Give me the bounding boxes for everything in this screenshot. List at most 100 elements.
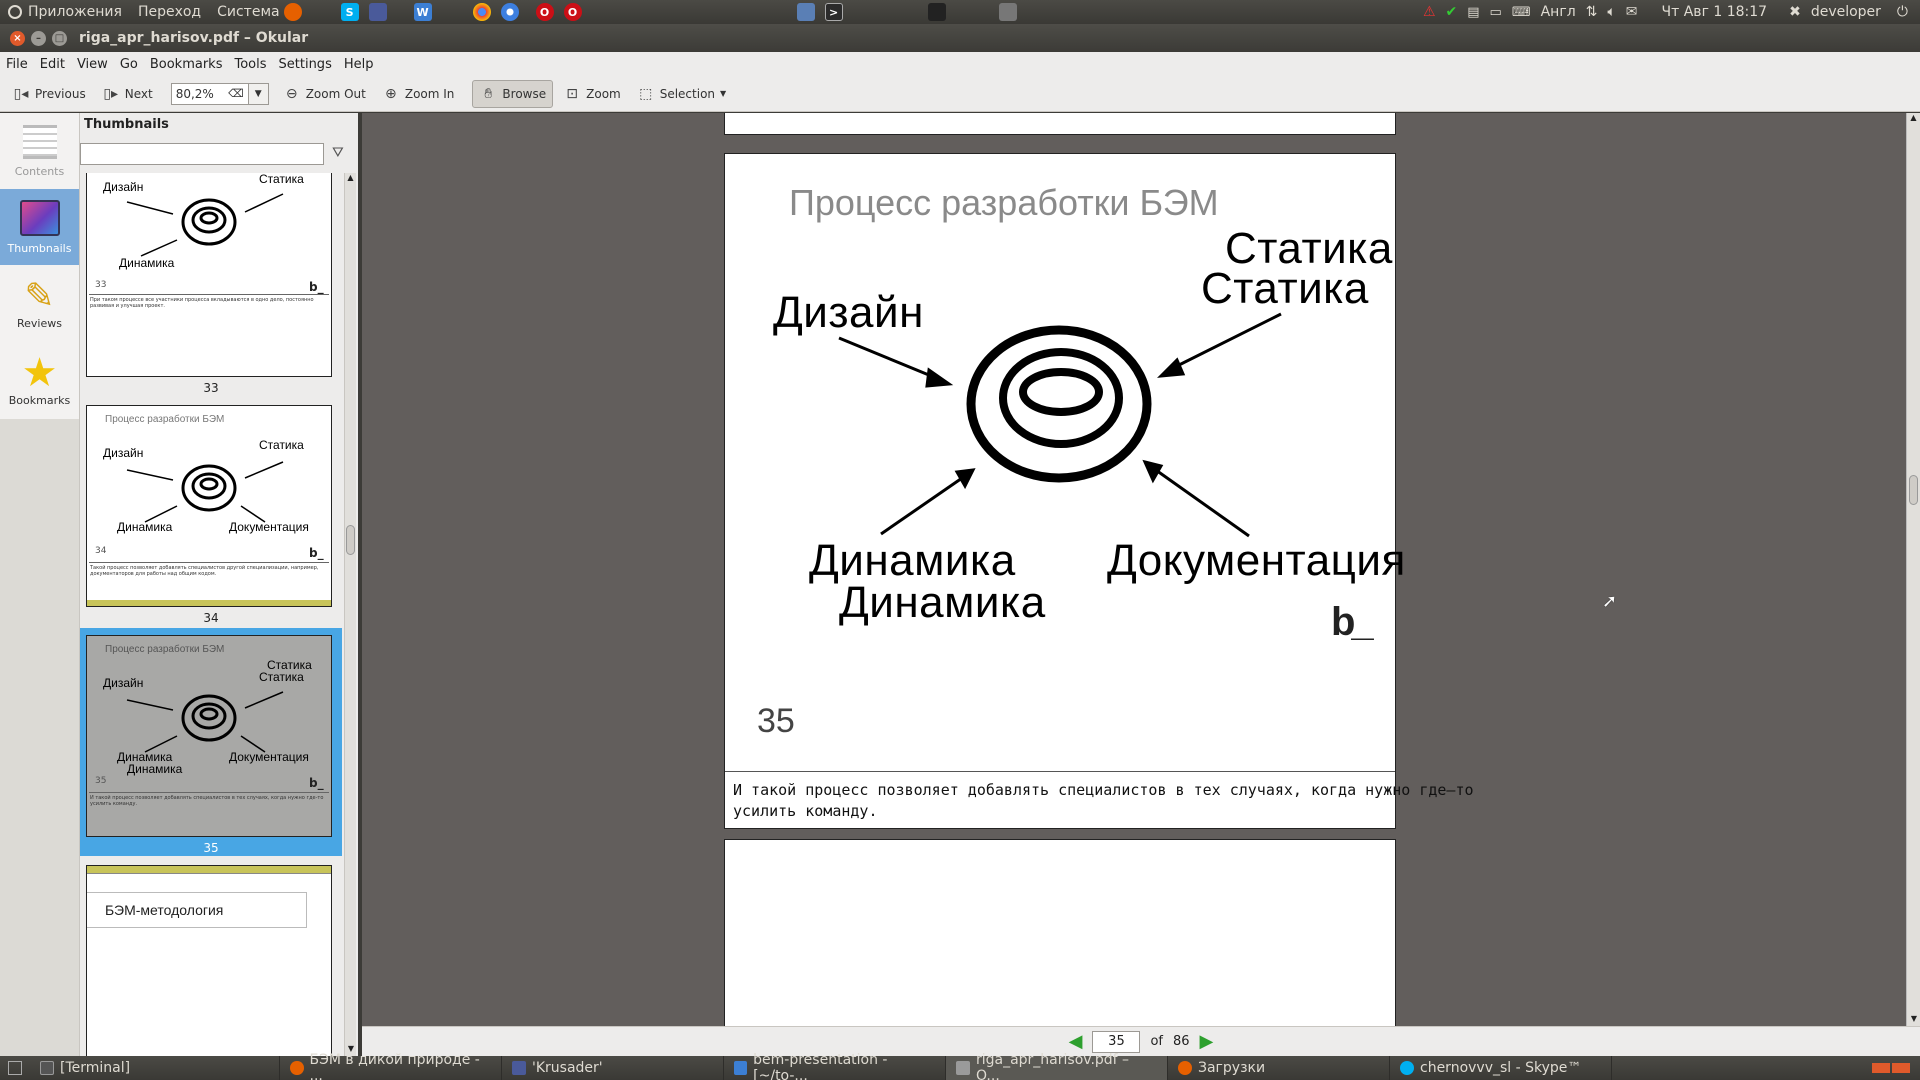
sidebar-tab-bookmarks[interactable]: ★ Bookmarks [0,341,79,417]
document-scroll-handle[interactable] [1909,475,1918,505]
thumbnail-page-33[interactable]: Дизайн Статика Динамика 33 b_ При таком … [86,173,332,377]
task-krusader[interactable]: 'Krusader' [502,1056,724,1080]
menu-bookmarks[interactable]: Bookmarks [144,57,229,72]
browse-tool-button[interactable]: ✋︎ Browse [472,79,554,108]
task-okular[interactable]: riga_apr_harisov.pdf – O... [946,1052,1168,1080]
show-desktop-icon[interactable] [8,1061,22,1075]
page-number-input[interactable]: 35 [1092,1030,1141,1053]
task-webstorm[interactable]: bem-presentation - [~/to-... [724,1052,946,1080]
selection-tool-button[interactable]: ⬚ Selection ▼ [631,80,732,108]
keyboard-icon[interactable]: ⌨ [1512,5,1531,20]
opera-launcher-icon[interactable]: O [535,3,554,21]
next-page-icon: ▯▸ [103,85,119,102]
zoom-dropdown-button[interactable]: ▼ [248,82,269,105]
chrome-launcher-icon[interactable] [472,3,491,21]
task-downloads[interactable]: Загрузки [1168,1056,1390,1080]
webstorm-icon [734,1061,748,1075]
volume-icon[interactable]: 🔈︎ [1607,4,1615,20]
system-menu[interactable]: Система [209,0,287,24]
workspace-2[interactable] [1892,1063,1910,1073]
next-page-arrow-icon[interactable]: ▶ [1200,1031,1214,1052]
task-firefox[interactable]: БЭМ в дикой природе - ... [280,1052,502,1080]
task-skype[interactable]: chernovvv_sl - Skype™ [1390,1056,1612,1080]
menu-file[interactable]: File [0,57,34,72]
places-menu-label: Переход [137,4,202,20]
menu-edit[interactable]: Edit [34,57,71,72]
thumbnails-scroll-handle[interactable] [346,525,355,555]
sidebar-tab-thumbnails-label: Thumbnails [7,241,72,255]
monitor-launcher-icon[interactable] [796,3,815,21]
browse-tool-label: Browse [502,86,547,101]
warning-icon[interactable]: ⚠ [1423,4,1436,20]
display-icon[interactable]: ▭ [1490,5,1502,20]
minimize-window-button[interactable]: – [31,30,46,46]
mail-icon[interactable]: ✉ [1626,4,1638,20]
zoom-in-button[interactable]: ⊕ Zoom In [376,80,461,108]
sidebar-tab-thumbnails[interactable]: Thumbnails [0,189,79,265]
sidebar-tab-contents[interactable]: Contents [0,113,79,189]
window-title-bar[interactable]: × – □ riga_apr_harisov.pdf – Okular [0,24,1920,52]
menu-go[interactable]: Go [114,57,144,72]
thumbnail-page-34[interactable]: Процесс разработки БЭМ Дизайн Статика Ди… [86,405,332,607]
krusader-launcher-icon[interactable] [368,3,387,21]
zoom-input[interactable]: 80,2% ⌫ [170,82,249,105]
places-menu[interactable]: Переход [130,0,209,24]
inkscape-launcher-icon[interactable] [927,3,946,21]
thumbnail-page-35[interactable]: Процесс разработки БЭМ Дизайн Статика Ст… [80,629,338,843]
selection-dropdown-icon[interactable]: ▼ [720,89,726,98]
thumb-diagram [126,193,284,257]
firefox-launcher-icon[interactable] [283,3,302,21]
sidebar-tab-reviews[interactable]: ✎ Reviews [0,265,79,341]
menu-tools[interactable]: Tools [228,57,272,72]
zoom-tool-label: Zoom [586,86,621,101]
next-page-button[interactable]: ▯▸ Next [96,80,159,108]
workspace-switcher[interactable] [1872,1063,1910,1073]
user-status-icon: ✖ [1789,4,1801,20]
task-terminal[interactable]: [Terminal] [30,1056,280,1080]
previous-page [724,113,1396,135]
menu-settings[interactable]: Settings [273,57,338,72]
thumbnails-search-input[interactable] [80,143,324,165]
chromium-launcher-icon[interactable] [500,3,519,21]
document-view[interactable]: Процесс разработки БЭМ Статика Статика Д… [362,113,1906,1026]
update-ok-icon[interactable]: ✔ [1446,4,1458,20]
power-icon[interactable]: ⏻ [1897,4,1908,20]
clipboard-icon[interactable]: ▤ [1467,5,1479,20]
menu-help[interactable]: Help [338,57,380,72]
thumbnails-icon [19,199,60,236]
pencil-icon: ✎ [24,275,55,317]
webstorm-launcher-icon[interactable]: W [413,3,432,21]
terminal-launcher-icon[interactable]: > [824,3,843,21]
zoom-combo[interactable]: 80,2% ⌫ ▼ [170,82,269,105]
clock[interactable]: Чт Авг 1 18:17 [1662,4,1768,20]
current-page[interactable]: Процесс разработки БЭМ Статика Статика Д… [724,153,1474,829]
user-name[interactable]: developer [1811,4,1881,20]
terminal-icon [40,1061,54,1075]
zoom-out-button[interactable]: ⊖ Zoom Out [277,80,372,108]
document-scrollbar[interactable]: ▲ ▼ [1906,113,1920,1026]
network-icon[interactable]: ⇅ [1586,4,1598,20]
opera-next-launcher-icon[interactable]: O [563,3,582,21]
document-scroll-down[interactable]: ▼ [1907,1014,1920,1026]
thumbnails-list[interactable]: Дизайн Статика Динамика 33 b_ При таком … [80,173,342,1056]
menu-view[interactable]: View [71,57,114,72]
clear-zoom-icon[interactable]: ⌫ [228,87,244,100]
document-scroll-up[interactable]: ▲ [1907,113,1920,125]
thumb-note: Такой процесс позволяет добавлять специа… [89,562,329,602]
applications-menu[interactable]: Приложения [0,0,130,24]
zoom-in-icon: ⊕ [384,85,397,102]
maximize-window-button[interactable]: □ [52,30,67,46]
thumbnail-page-36[interactable]: БЭМ-методология [86,865,332,1056]
skype-launcher-icon[interactable]: S [340,3,359,21]
close-window-button[interactable]: × [10,30,25,46]
thumbnails-scroll-up[interactable]: ▲ [345,173,356,185]
zoom-tool-button[interactable]: ⊡ Zoom [557,80,627,108]
thumbnails-scrollbar[interactable]: ▲ ▼ [344,173,356,1056]
workspace-1[interactable] [1872,1063,1890,1073]
previous-page-arrow-icon[interactable]: ◀ [1069,1031,1083,1052]
filter-icon[interactable]: ⛛ [332,145,352,163]
target-diagram [838,312,1282,538]
previous-page-button[interactable]: ▯◂ Previous [6,80,92,108]
keyboard-layout[interactable]: Англ [1541,4,1576,20]
calculator-launcher-icon[interactable] [998,3,1017,21]
